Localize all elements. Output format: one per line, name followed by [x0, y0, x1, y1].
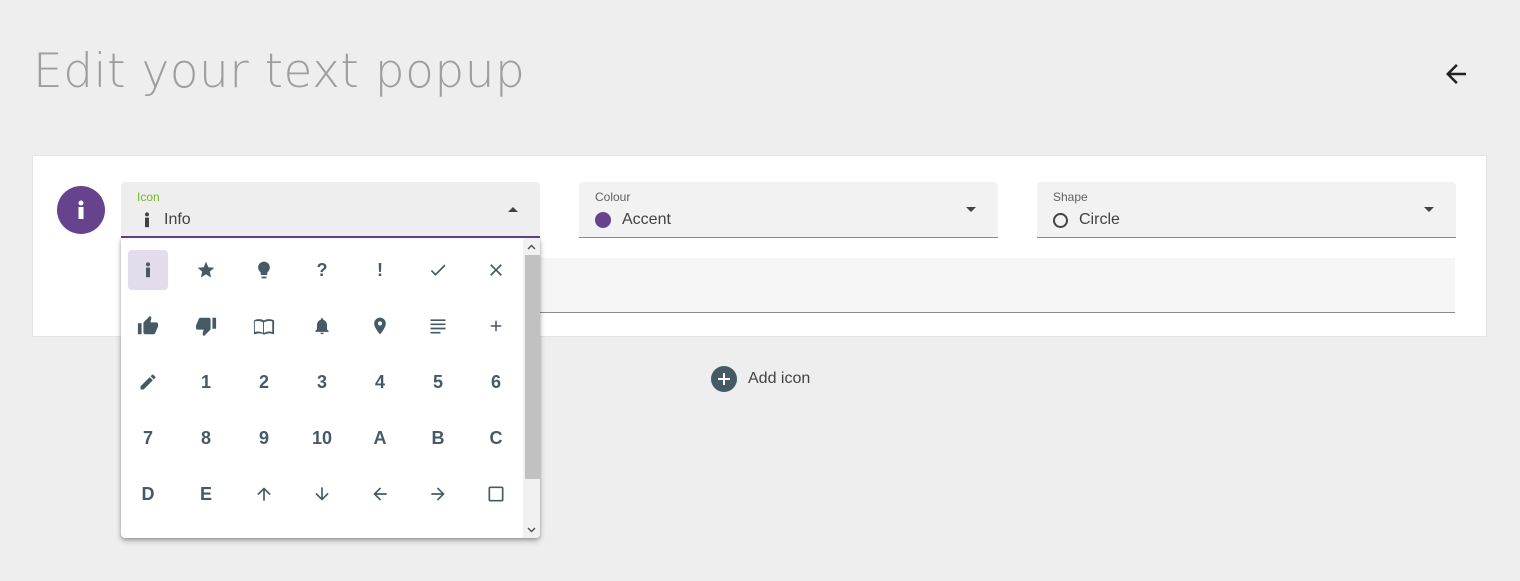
- thumb-down-icon: [195, 315, 217, 337]
- icon-option-number-6[interactable]: 6: [476, 362, 516, 402]
- icon-option-label: D: [141, 483, 155, 504]
- back-button[interactable]: [1434, 52, 1478, 96]
- icon-option-label: 6: [490, 371, 501, 392]
- icon-select-label: Icon: [137, 190, 160, 204]
- icon-option-number-2[interactable]: 2: [244, 362, 284, 402]
- star-icon: [196, 260, 216, 280]
- icon-option-label: 9: [258, 427, 269, 448]
- icon-option-letter-c[interactable]: C: [476, 418, 516, 458]
- arrow-left-icon: [1446, 64, 1466, 84]
- icon-option-label: E: [199, 483, 212, 504]
- icon-option-arrow-right[interactable]: [418, 474, 458, 514]
- arrow-left-icon: [370, 484, 390, 504]
- icon-option-number-8[interactable]: 8: [186, 418, 226, 458]
- shape-select-label: Shape: [1053, 190, 1088, 204]
- icon-option-arrow-down[interactable]: [302, 474, 342, 514]
- book-icon: [252, 315, 276, 337]
- add-circle-icon: [711, 366, 737, 392]
- info-icon: [144, 261, 152, 279]
- icon-option-label: 4: [374, 371, 385, 392]
- icon-option-bell[interactable]: [302, 306, 342, 346]
- arrow-down-icon: [312, 484, 332, 504]
- icon-option-label: 2: [258, 371, 269, 392]
- icon-option-info[interactable]: [128, 250, 168, 290]
- icon-option-arrow-left[interactable]: [360, 474, 400, 514]
- icon-option-number-9[interactable]: 9: [244, 418, 284, 458]
- icon-option-label: 5: [432, 371, 443, 392]
- icon-option-text-lines[interactable]: [418, 306, 458, 346]
- bell-icon: [312, 316, 332, 336]
- icon-option-question[interactable]: ?: [302, 250, 342, 290]
- icon-option-label: 8: [200, 427, 211, 448]
- icon-option-label: 10: [311, 427, 333, 448]
- icon-option-letter-a[interactable]: A: [360, 418, 400, 458]
- square-icon: [486, 484, 506, 504]
- icon-option-letter-b[interactable]: B: [418, 418, 458, 458]
- location-pin-icon: [370, 316, 390, 336]
- icon-option-label: 1: [200, 371, 211, 392]
- icon-option-arrow-up[interactable]: [244, 474, 284, 514]
- page-title: Edit your text popup: [33, 44, 526, 99]
- icon-option-letter-e[interactable]: E: [186, 474, 226, 514]
- icon-option-label: A: [373, 427, 387, 448]
- icon-option-number-3[interactable]: 3: [302, 362, 342, 402]
- chevron-down-icon: [966, 207, 976, 212]
- chevron-up-icon: [508, 207, 518, 212]
- shape-select-value: Circle: [1079, 211, 1120, 228]
- shape-select[interactable]: Shape Circle: [1037, 182, 1456, 238]
- icon-option-exclamation[interactable]: !: [360, 250, 400, 290]
- colour-swatch: [595, 212, 611, 228]
- colour-select-value: Accent: [622, 211, 671, 228]
- info-icon: [145, 212, 149, 228]
- scrollbar-thumb[interactable]: [525, 255, 540, 479]
- pencil-icon: [138, 372, 158, 392]
- icon-select[interactable]: Icon Info: [121, 182, 540, 238]
- icon-option-label: C: [489, 427, 503, 448]
- icon-option-plus[interactable]: [476, 306, 516, 346]
- icon-option-star[interactable]: [186, 250, 226, 290]
- icon-option-label: 3: [316, 371, 327, 392]
- icon-option-thumb-down[interactable]: [186, 306, 226, 346]
- icon-option-label: !: [377, 259, 383, 280]
- icon-dropdown-panel: ?! 1 2 3 4 5 6 7 8 9 10 A B C D E: [121, 238, 540, 538]
- colour-select[interactable]: Colour Accent: [579, 182, 998, 238]
- lightbulb-icon: [254, 260, 274, 280]
- thumb-up-icon: [137, 315, 159, 337]
- arrow-right-icon: [428, 484, 448, 504]
- icon-option-number-7[interactable]: 7: [128, 418, 168, 458]
- icon-option-square[interactable]: [476, 474, 516, 514]
- icon-option-close[interactable]: [476, 250, 516, 290]
- icon-select-value: Info: [164, 211, 191, 228]
- icon-option-number-5[interactable]: 5: [418, 362, 458, 402]
- icon-option-book[interactable]: [244, 306, 284, 346]
- scrollbar[interactable]: [523, 238, 540, 538]
- close-icon: [486, 260, 506, 280]
- add-icon-button[interactable]: Add icon: [711, 366, 810, 392]
- check-icon: [428, 260, 448, 280]
- arrow-up-icon: [254, 484, 274, 504]
- info-icon: [78, 200, 84, 219]
- scroll-up-icon[interactable]: [523, 238, 540, 255]
- plus-icon: [487, 317, 505, 335]
- icon-option-label: 7: [142, 427, 153, 448]
- icon-option-label: B: [431, 427, 445, 448]
- icon-option-number-1[interactable]: 1: [186, 362, 226, 402]
- icon-option-lightbulb[interactable]: [244, 250, 284, 290]
- icon-grid: ?! 1 2 3 4 5 6 7 8 9 10 A B C D E: [128, 250, 528, 514]
- icon-option-number-4[interactable]: 4: [360, 362, 400, 402]
- icon-option-number-10[interactable]: 10: [302, 418, 342, 458]
- chevron-down-icon: [1424, 207, 1434, 212]
- icon-option-letter-d[interactable]: D: [128, 474, 168, 514]
- icon-option-pencil[interactable]: [128, 362, 168, 402]
- icon-option-label: ?: [316, 259, 328, 280]
- scroll-down-icon[interactable]: [523, 521, 540, 538]
- add-icon-label: Add icon: [748, 370, 811, 387]
- icon-option-check[interactable]: [418, 250, 458, 290]
- icon-option-thumb-up[interactable]: [128, 306, 168, 346]
- icon-option-location-pin[interactable]: [360, 306, 400, 346]
- text-lines-icon: [428, 316, 448, 336]
- circle-shape-icon: [1053, 212, 1068, 228]
- icon-preview: [57, 186, 105, 234]
- colour-select-label: Colour: [595, 190, 631, 204]
